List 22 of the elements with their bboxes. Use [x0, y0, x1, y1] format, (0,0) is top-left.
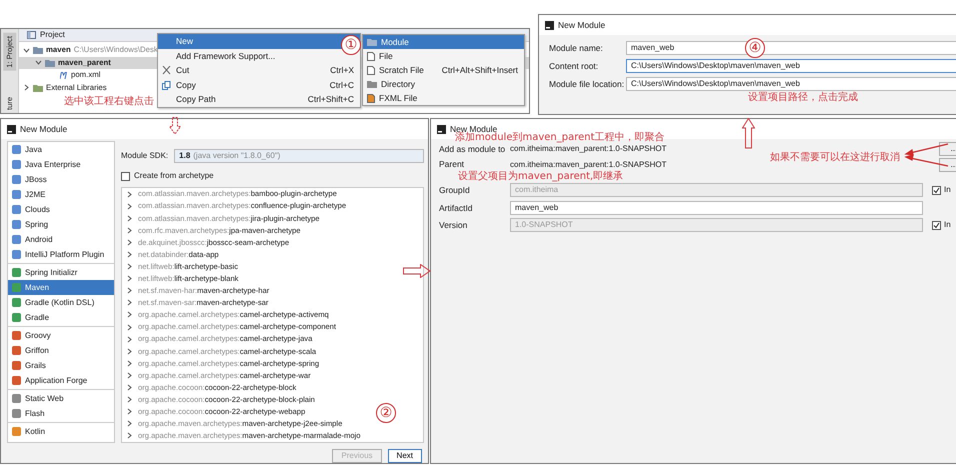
field-label: Version [439, 220, 468, 230]
checkbox-label: In [944, 220, 951, 230]
checkbox-label: Create from archetype [134, 171, 214, 181]
annotation-note: 设置项目路径，点击完成 [748, 92, 858, 103]
field-label: ArtifactId [439, 202, 474, 213]
dialog-title: New Module [20, 124, 68, 134]
field-label: Module name: [549, 42, 604, 54]
field-value: com.itheima:maven_parent:1.0-SNAPSHOT [510, 160, 667, 170]
field-label: Content root: [549, 60, 600, 72]
field-value: com.itheima:maven_parent:1.0-SNAPSHOT [510, 144, 667, 154]
dialog-title: New Module [558, 20, 606, 30]
field-label: Module file location: [549, 78, 626, 90]
checkbox-label: In [944, 185, 951, 196]
field-label: GroupId [439, 185, 471, 196]
field-label: Parent [439, 159, 466, 170]
panel-title: Project [40, 30, 65, 40]
annotation-note: 如果不需要可以在这进行取消 [770, 152, 900, 163]
annotation-note: 选中该工程右键点击 [64, 96, 154, 107]
field-label: Add as module to [439, 144, 506, 154]
field-label: Module SDK: [121, 150, 168, 160]
annotation-note: 添加module到maven_parent工程中，即聚合 [455, 132, 665, 143]
annotation-note: 设置父项目为maven_parent,即继承 [458, 171, 624, 182]
